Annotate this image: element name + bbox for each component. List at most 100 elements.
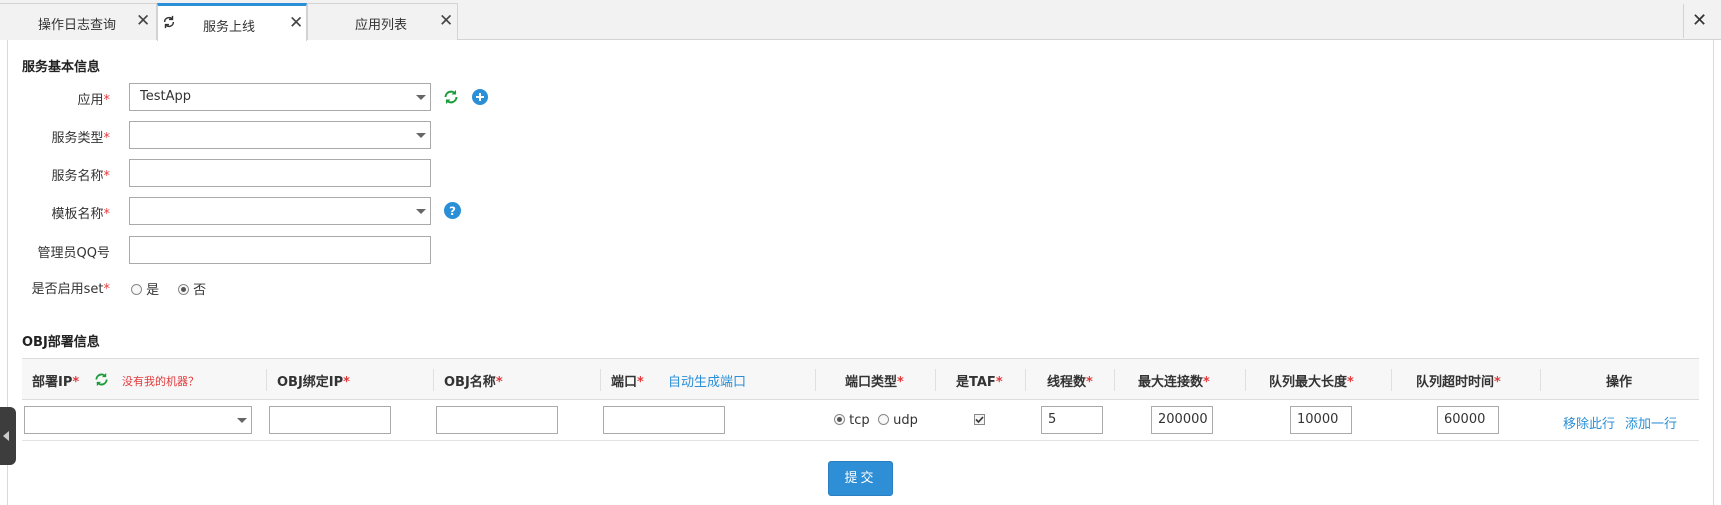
header-text: 队列最大长度 (1269, 375, 1348, 390)
close-icon[interactable]: ✕ (289, 13, 303, 33)
queue-timeout-input[interactable]: 60000 (1437, 406, 1499, 434)
tab-operation-log[interactable]: 操作日志查询 ✕ (0, 3, 157, 40)
deploy-ip-select[interactable] (24, 406, 252, 434)
help-icon[interactable]: ? (444, 202, 461, 219)
enable-set-yes-option[interactable]: 是 (131, 279, 159, 298)
header-queue-timeout: 队列超时时间* (1416, 371, 1501, 390)
column-divider (1025, 369, 1026, 391)
enable-set-no-radio[interactable] (178, 284, 189, 295)
column-divider (1391, 369, 1392, 391)
svg-text:?: ? (449, 204, 456, 218)
required-mark: * (897, 375, 904, 390)
tab-app-list[interactable]: 应用列表 ✕ (307, 3, 458, 40)
tab-bar: 操作日志查询 ✕ 服务上线 ✕ 应用列表 ✕ ✕ (0, 0, 1721, 41)
close-all-tabs-button[interactable]: ✕ (1683, 4, 1715, 38)
service-type-select[interactable] (129, 121, 431, 149)
header-text: 是TAF (956, 375, 996, 390)
label-text: 是否启用set (31, 282, 104, 297)
port-type-tcp-option[interactable]: tcp (834, 413, 870, 428)
port-input[interactable] (603, 406, 725, 434)
obj-bind-ip-input[interactable] (269, 406, 391, 434)
refresh-icon[interactable] (94, 372, 109, 387)
column-divider (600, 369, 601, 391)
header-obj-name: OBJ名称* (444, 371, 503, 390)
header-text: 最大连接数 (1138, 375, 1204, 390)
sidebar-toggle-handle[interactable] (0, 407, 16, 465)
auto-generate-port-link[interactable]: 自动生成端口 (668, 371, 746, 390)
refresh-icon[interactable] (443, 89, 459, 105)
required-mark: * (1203, 375, 1210, 390)
admin-qq-label: 管理员QQ号 (37, 246, 110, 261)
header-is-taf: 是TAF* (956, 371, 1003, 390)
required-mark: * (1086, 375, 1093, 390)
required-mark: * (637, 375, 644, 390)
tab-label: 操作日志查询 (38, 18, 117, 33)
column-divider (935, 369, 936, 391)
port-type-tcp-label: tcp (849, 413, 870, 428)
port-type-udp-radio[interactable] (878, 414, 889, 425)
chevron-down-icon (237, 418, 247, 423)
port-type-tcp-radio[interactable] (834, 414, 845, 425)
refresh-icon[interactable] (162, 15, 176, 29)
app-select-value: TestApp (140, 89, 191, 104)
queue-max-len-input[interactable]: 10000 (1290, 406, 1352, 434)
required-mark: * (343, 375, 350, 390)
add-icon[interactable] (472, 89, 488, 105)
template-select[interactable] (129, 197, 431, 225)
service-type-label: 服务类型* (0, 127, 110, 146)
obj-info-title: OBJ部署信息 (22, 335, 100, 350)
required-mark: * (1347, 375, 1354, 390)
check-icon (975, 416, 984, 424)
service-name-input[interactable] (129, 159, 431, 187)
app-select[interactable]: TestApp (129, 83, 431, 111)
table-row: tcp udp 5 200000 10000 60000 移除此行 添加一行 (22, 400, 1699, 441)
column-divider (1540, 369, 1541, 391)
enable-set-label: 是否启用set* (0, 278, 110, 297)
column-divider (433, 369, 434, 391)
tab-service-online[interactable]: 服务上线 ✕ (157, 3, 307, 41)
header-text: OBJ名称 (444, 375, 496, 390)
port-type-udp-option[interactable]: udp (878, 413, 918, 428)
column-divider (815, 369, 816, 391)
admin-qq-input[interactable] (129, 236, 431, 264)
required-mark: * (103, 207, 111, 222)
close-icon[interactable]: ✕ (439, 11, 453, 31)
enable-set-no-label: 否 (193, 283, 207, 298)
required-mark: * (103, 93, 111, 108)
header-threads: 线程数* (1047, 371, 1093, 390)
chevron-down-icon (416, 209, 426, 214)
header-text: 端口 (611, 375, 638, 390)
enable-set-no-option[interactable]: 否 (178, 279, 206, 298)
required-mark: * (995, 375, 1003, 390)
port-type-udp-label: udp (893, 413, 918, 428)
label-text: 服务类型 (51, 131, 104, 146)
close-icon[interactable]: ✕ (136, 11, 150, 31)
obj-table-header: 部署IP* 没有我的机器？ OBJ绑定IP* OBJ名称* 端口* 自动生成端口… (22, 358, 1699, 400)
remove-row-link[interactable]: 移除此行 (1563, 413, 1615, 432)
template-label: 模板名称* (0, 203, 110, 222)
tab-label: 服务上线 (203, 20, 256, 35)
header-deploy-ip: 部署IP* (32, 371, 79, 390)
threads-input[interactable]: 5 (1041, 406, 1103, 434)
required-mark: * (72, 375, 80, 390)
header-text: 部署IP (32, 375, 73, 390)
add-row-link[interactable]: 添加一行 (1625, 413, 1677, 432)
is-taf-checkbox[interactable] (974, 414, 985, 425)
header-queue-max-len: 队列最大长度* (1269, 371, 1354, 390)
header-text: 端口类型 (845, 375, 898, 390)
label-text: 模板名称 (51, 207, 104, 222)
header-obj-bind-ip: OBJ绑定IP* (277, 371, 350, 390)
header-text: 线程数 (1047, 375, 1087, 390)
column-divider (266, 369, 267, 391)
required-mark: * (1494, 375, 1501, 390)
header-text: OBJ绑定IP (277, 375, 344, 390)
label-text: 应用 (77, 93, 104, 108)
column-divider (1114, 369, 1115, 391)
app-label: 应用* (0, 89, 110, 108)
obj-name-input[interactable] (436, 406, 558, 434)
enable-set-yes-radio[interactable] (131, 284, 142, 295)
submit-button[interactable]: 提交 (828, 461, 893, 496)
service-name-label: 服务名称* (0, 165, 110, 184)
no-machine-link[interactable]: 没有我的机器？ (122, 373, 199, 389)
max-conn-input[interactable]: 200000 (1151, 406, 1213, 434)
